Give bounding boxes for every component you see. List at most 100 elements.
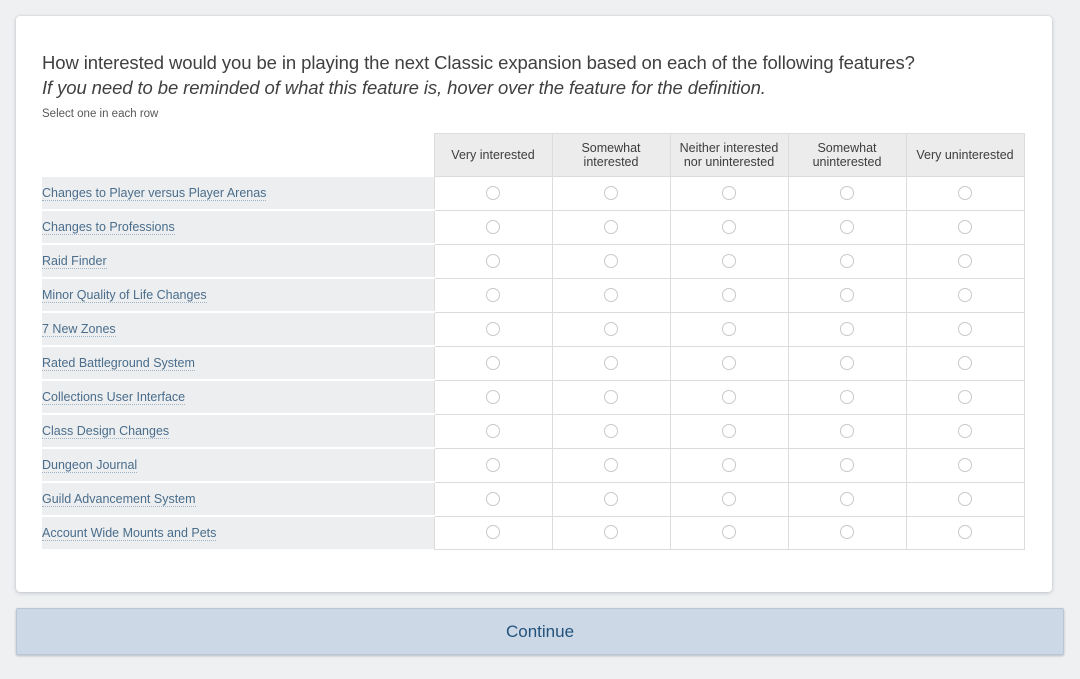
radio-button[interactable]	[722, 220, 736, 234]
radio-button[interactable]	[840, 288, 854, 302]
radio-button[interactable]	[486, 525, 500, 539]
radio-cell-r4-c1[interactable]	[552, 312, 670, 346]
radio-cell-r2-c0[interactable]	[434, 244, 552, 278]
radio-button[interactable]	[722, 356, 736, 370]
radio-cell-r3-c3[interactable]	[788, 278, 906, 312]
radio-cell-r9-c1[interactable]	[552, 482, 670, 516]
radio-cell-r10-c2[interactable]	[670, 516, 788, 549]
radio-cell-r3-c2[interactable]	[670, 278, 788, 312]
radio-button[interactable]	[604, 220, 618, 234]
radio-cell-r6-c0[interactable]	[434, 380, 552, 414]
radio-cell-r9-c2[interactable]	[670, 482, 788, 516]
radio-cell-r8-c1[interactable]	[552, 448, 670, 482]
radio-cell-r5-c3[interactable]	[788, 346, 906, 380]
radio-cell-r10-c3[interactable]	[788, 516, 906, 549]
radio-cell-r8-c3[interactable]	[788, 448, 906, 482]
radio-cell-r2-c3[interactable]	[788, 244, 906, 278]
radio-cell-r0-c4[interactable]	[906, 177, 1024, 211]
feature-label[interactable]: Rated Battleground System	[42, 356, 195, 371]
radio-button[interactable]	[604, 254, 618, 268]
radio-cell-r7-c0[interactable]	[434, 414, 552, 448]
radio-cell-r6-c1[interactable]	[552, 380, 670, 414]
radio-button[interactable]	[722, 186, 736, 200]
radio-cell-r1-c0[interactable]	[434, 210, 552, 244]
radio-button[interactable]	[958, 390, 972, 404]
radio-button[interactable]	[604, 186, 618, 200]
radio-cell-r7-c1[interactable]	[552, 414, 670, 448]
radio-button[interactable]	[958, 492, 972, 506]
radio-button[interactable]	[722, 525, 736, 539]
radio-button[interactable]	[958, 186, 972, 200]
continue-button[interactable]: Continue	[16, 608, 1064, 655]
radio-button[interactable]	[486, 288, 500, 302]
radio-cell-r1-c3[interactable]	[788, 210, 906, 244]
radio-cell-r7-c2[interactable]	[670, 414, 788, 448]
radio-button[interactable]	[486, 254, 500, 268]
radio-button[interactable]	[958, 254, 972, 268]
radio-cell-r3-c0[interactable]	[434, 278, 552, 312]
feature-label[interactable]: Account Wide Mounts and Pets	[42, 526, 216, 541]
feature-label[interactable]: Raid Finder	[42, 254, 107, 269]
radio-cell-r7-c3[interactable]	[788, 414, 906, 448]
radio-button[interactable]	[604, 356, 618, 370]
radio-cell-r8-c4[interactable]	[906, 448, 1024, 482]
radio-cell-r1-c4[interactable]	[906, 210, 1024, 244]
feature-label[interactable]: Dungeon Journal	[42, 458, 137, 473]
radio-button[interactable]	[722, 492, 736, 506]
feature-label[interactable]: Class Design Changes	[42, 424, 169, 439]
radio-cell-r10-c4[interactable]	[906, 516, 1024, 549]
radio-button[interactable]	[486, 322, 500, 336]
radio-cell-r9-c3[interactable]	[788, 482, 906, 516]
radio-cell-r4-c4[interactable]	[906, 312, 1024, 346]
feature-label[interactable]: 7 New Zones	[42, 322, 116, 337]
radio-cell-r7-c4[interactable]	[906, 414, 1024, 448]
feature-label[interactable]: Changes to Professions	[42, 220, 175, 235]
radio-button[interactable]	[604, 492, 618, 506]
feature-label[interactable]: Minor Quality of Life Changes	[42, 288, 207, 303]
radio-button[interactable]	[486, 458, 500, 472]
radio-button[interactable]	[840, 424, 854, 438]
radio-button[interactable]	[722, 424, 736, 438]
radio-button[interactable]	[958, 424, 972, 438]
radio-button[interactable]	[722, 322, 736, 336]
radio-button[interactable]	[604, 390, 618, 404]
radio-button[interactable]	[840, 186, 854, 200]
radio-button[interactable]	[840, 492, 854, 506]
radio-button[interactable]	[722, 254, 736, 268]
radio-button[interactable]	[604, 424, 618, 438]
radio-button[interactable]	[722, 458, 736, 472]
radio-button[interactable]	[958, 322, 972, 336]
radio-button[interactable]	[722, 288, 736, 302]
radio-button[interactable]	[604, 322, 618, 336]
radio-cell-r4-c2[interactable]	[670, 312, 788, 346]
radio-cell-r5-c0[interactable]	[434, 346, 552, 380]
radio-button[interactable]	[840, 390, 854, 404]
radio-button[interactable]	[486, 356, 500, 370]
radio-cell-r5-c1[interactable]	[552, 346, 670, 380]
radio-button[interactable]	[958, 458, 972, 472]
radio-button[interactable]	[604, 458, 618, 472]
feature-label[interactable]: Collections User Interface	[42, 390, 185, 405]
radio-button[interactable]	[486, 424, 500, 438]
radio-cell-r3-c1[interactable]	[552, 278, 670, 312]
radio-cell-r9-c4[interactable]	[906, 482, 1024, 516]
radio-button[interactable]	[840, 220, 854, 234]
radio-cell-r3-c4[interactable]	[906, 278, 1024, 312]
radio-cell-r2-c4[interactable]	[906, 244, 1024, 278]
radio-cell-r6-c2[interactable]	[670, 380, 788, 414]
radio-cell-r10-c0[interactable]	[434, 516, 552, 549]
radio-button[interactable]	[840, 322, 854, 336]
radio-button[interactable]	[722, 390, 736, 404]
radio-button[interactable]	[958, 356, 972, 370]
radio-cell-r4-c0[interactable]	[434, 312, 552, 346]
radio-cell-r8-c0[interactable]	[434, 448, 552, 482]
radio-cell-r0-c0[interactable]	[434, 177, 552, 211]
radio-cell-r0-c1[interactable]	[552, 177, 670, 211]
radio-button[interactable]	[486, 492, 500, 506]
radio-cell-r8-c2[interactable]	[670, 448, 788, 482]
radio-button[interactable]	[958, 525, 972, 539]
radio-button[interactable]	[486, 186, 500, 200]
radio-cell-r5-c2[interactable]	[670, 346, 788, 380]
radio-button[interactable]	[840, 458, 854, 472]
radio-button[interactable]	[486, 390, 500, 404]
